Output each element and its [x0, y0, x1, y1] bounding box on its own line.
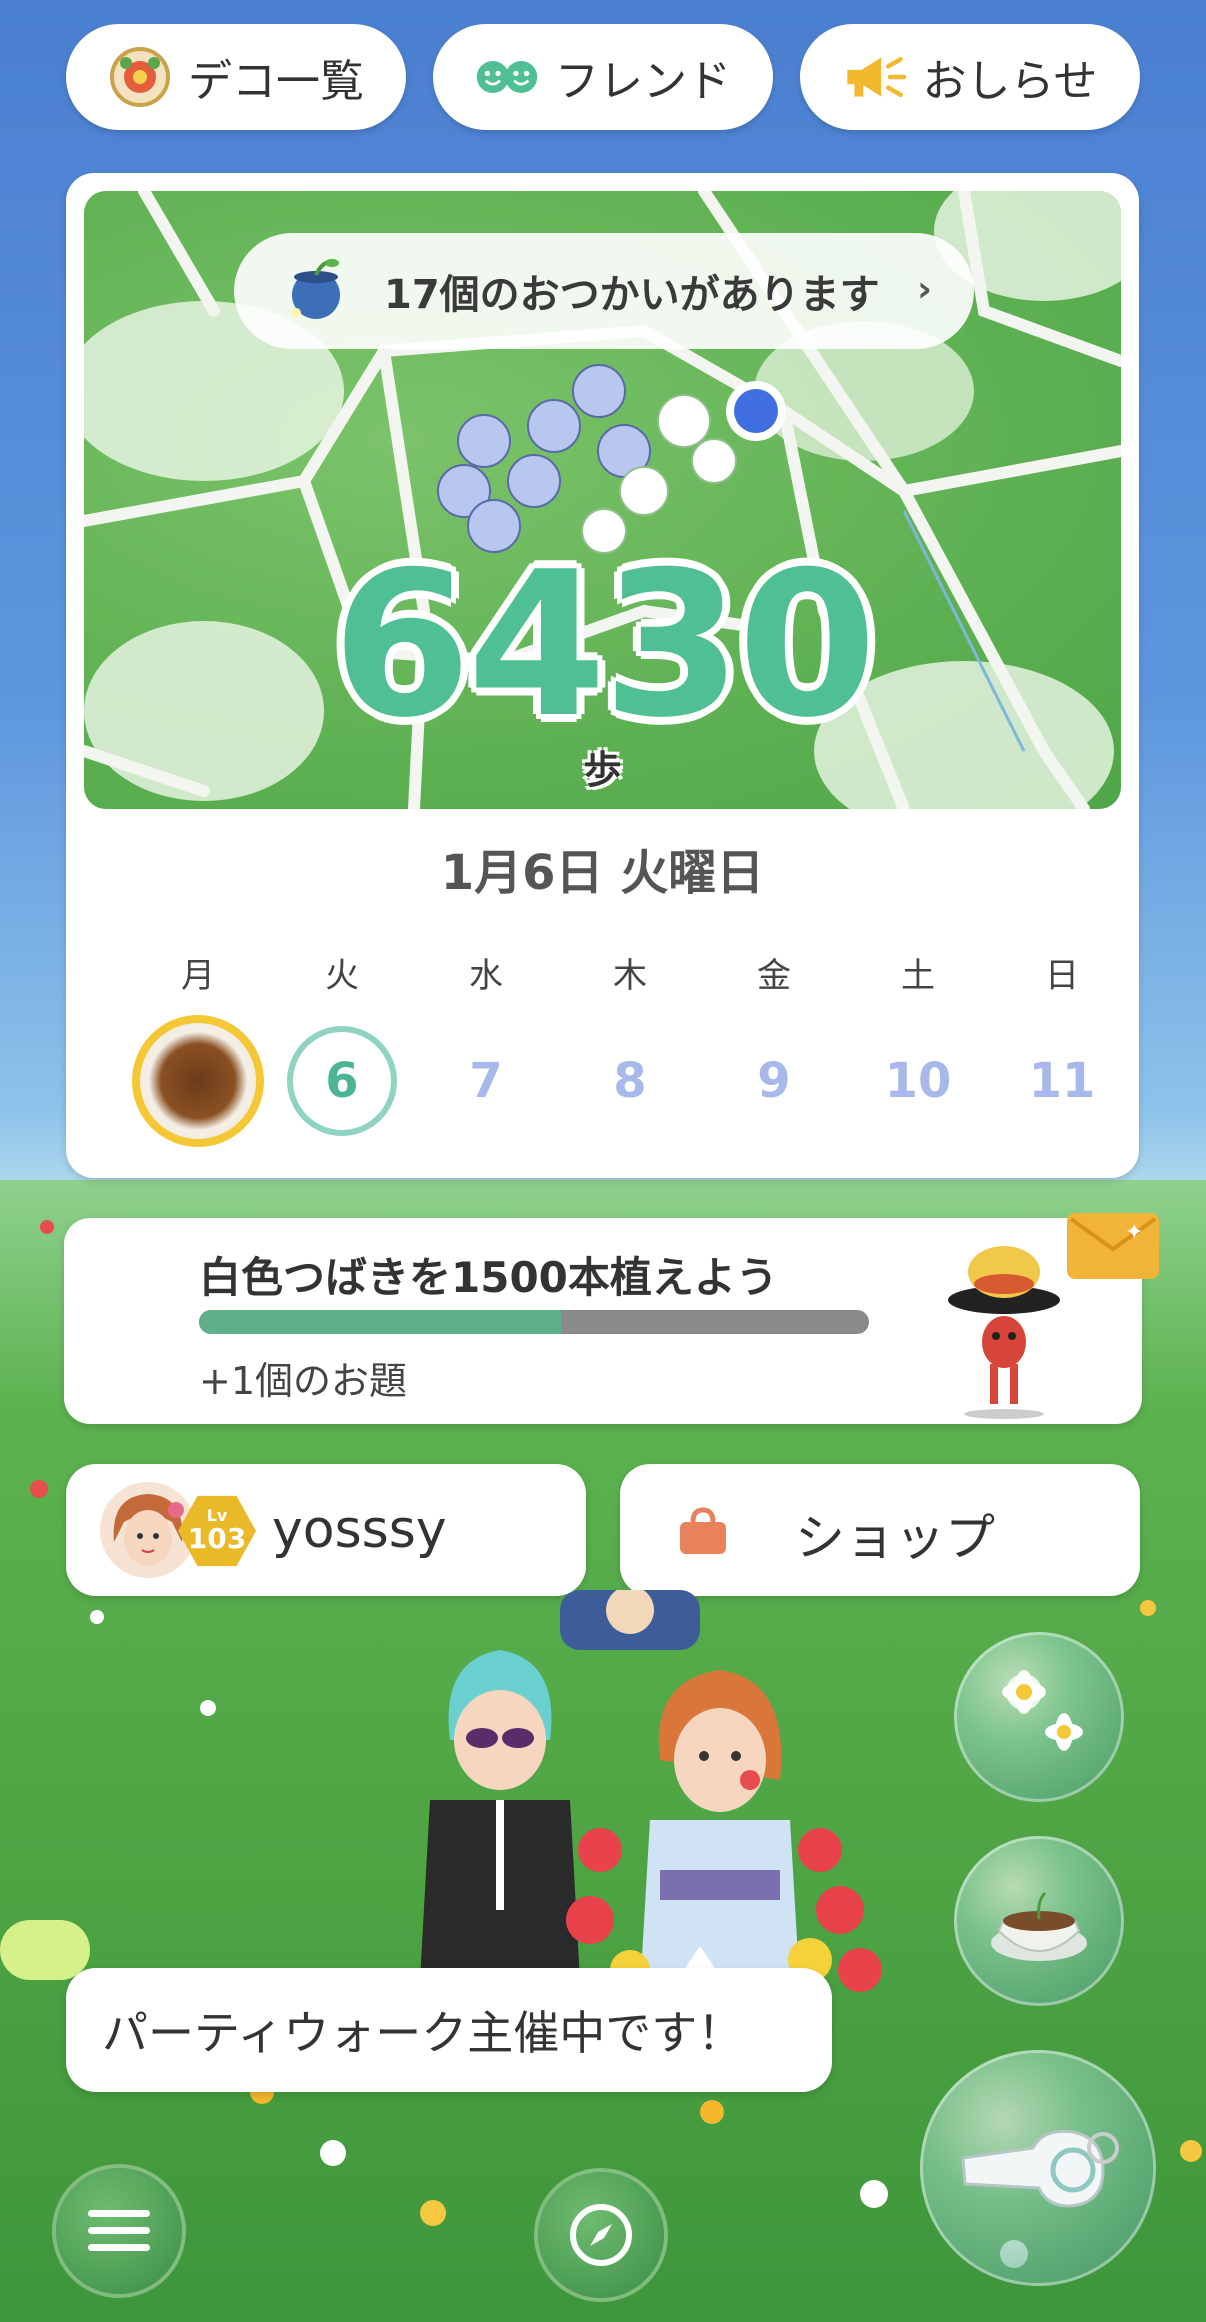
red-pikmin-icon	[948, 1246, 1060, 1419]
today-indicator[interactable]: 6	[287, 1026, 397, 1136]
day-number: 10	[884, 1053, 952, 1109]
step-count: 6430	[332, 529, 877, 762]
steps-card: 17個のおつかいがあります › 6430 歩 1月6日 火曜日 月 火 水 木 …	[66, 173, 1139, 1178]
weekday-label: 土	[901, 956, 935, 996]
day-number: 9	[757, 1053, 791, 1109]
hamburger-menu-icon	[88, 2210, 150, 2251]
shop-label: ショップ	[795, 1509, 995, 1567]
news-label: おしらせ	[922, 56, 1098, 107]
username: yosssy	[272, 1500, 447, 1560]
whistle-icon	[961, 2129, 1119, 2208]
day-saturday: 10	[846, 1011, 990, 1151]
weekday-label: 木	[613, 956, 647, 996]
day-wednesday: 7	[414, 1011, 558, 1151]
weekday-label: 月	[181, 956, 215, 996]
friends-label: フレンド	[555, 56, 731, 107]
svg-text:✦: ✦	[1125, 1220, 1143, 1245]
friends-faces-icon	[475, 45, 539, 109]
mission-title: 白色つばきを1500本植えよう	[199, 1253, 778, 1302]
errand-banner[interactable]: 17個のおつかいがあります ›	[234, 233, 974, 349]
level-number: 103	[187, 1522, 247, 1555]
errand-pot-icon	[291, 259, 340, 319]
shop-button[interactable]: ショップ	[620, 1464, 1140, 1596]
friends-button[interactable]: フレンド	[433, 24, 773, 130]
seedling-pot-icon	[991, 1891, 1087, 1961]
weekday-label: 日	[1045, 956, 1079, 996]
date-title: 1月6日 火曜日	[440, 845, 765, 901]
day-number: 8	[613, 1053, 647, 1109]
whistle-button[interactable]	[920, 2050, 1156, 2286]
day-sunday: 11	[990, 1011, 1134, 1151]
day-number: 11	[1028, 1053, 1096, 1109]
profile-card[interactable]: Lv 103 yosssy	[66, 1464, 586, 1596]
deco-medal-icon	[108, 45, 172, 109]
chevron-right-icon: ›	[917, 269, 932, 310]
mii-characters	[420, 1590, 882, 1992]
mission-progress-fill	[199, 1310, 561, 1334]
mission-card[interactable]: 白色つばきを1500本植えよう +1個のお題	[64, 1218, 1142, 1424]
menu-button[interactable]	[56, 2168, 182, 2294]
day-row: 6 7 8 9 10 11	[126, 1011, 1136, 1151]
news-button[interactable]: おしらせ	[800, 24, 1140, 130]
step-unit: 歩	[583, 748, 622, 792]
day-thursday: 8	[558, 1011, 702, 1151]
weekday-label: 火	[325, 956, 359, 996]
day-tuesday[interactable]: 6	[270, 1011, 414, 1151]
day-monday[interactable]	[126, 1011, 270, 1151]
map-view[interactable]: 17個のおつかいがあります › 6430 歩	[84, 191, 1121, 809]
deco-list-label: デコ一覧	[188, 56, 364, 107]
weekday-label: 金	[757, 956, 791, 996]
mail-envelope-icon[interactable]: ✦	[1067, 1213, 1159, 1279]
flower-bubble-button[interactable]	[954, 1632, 1124, 1802]
errand-text: 17個のおつかいがあります	[384, 272, 880, 318]
compass-button[interactable]	[538, 2172, 664, 2298]
weekday-row: 月 火 水 木 金 土 日	[126, 948, 1136, 997]
seedling-pot-button[interactable]	[954, 1836, 1124, 2006]
megaphone-icon	[842, 45, 907, 109]
day-friday: 9	[702, 1011, 846, 1151]
day-photo-thumbnail[interactable]	[132, 1015, 264, 1147]
mission-progress-bar	[199, 1310, 869, 1334]
deco-list-button[interactable]: デコ一覧	[66, 24, 406, 130]
compass-icon	[570, 2204, 632, 2266]
level-badge: Lv 103	[178, 1495, 256, 1567]
flower-bubble-icon	[1002, 1670, 1083, 1751]
day-number: 7	[469, 1053, 503, 1109]
party-walk-message[interactable]: パーティウォーク主催中です！	[66, 1968, 832, 2092]
mission-subtitle: +1個のお題	[199, 1359, 408, 1403]
weekday-label: 水	[469, 956, 503, 996]
